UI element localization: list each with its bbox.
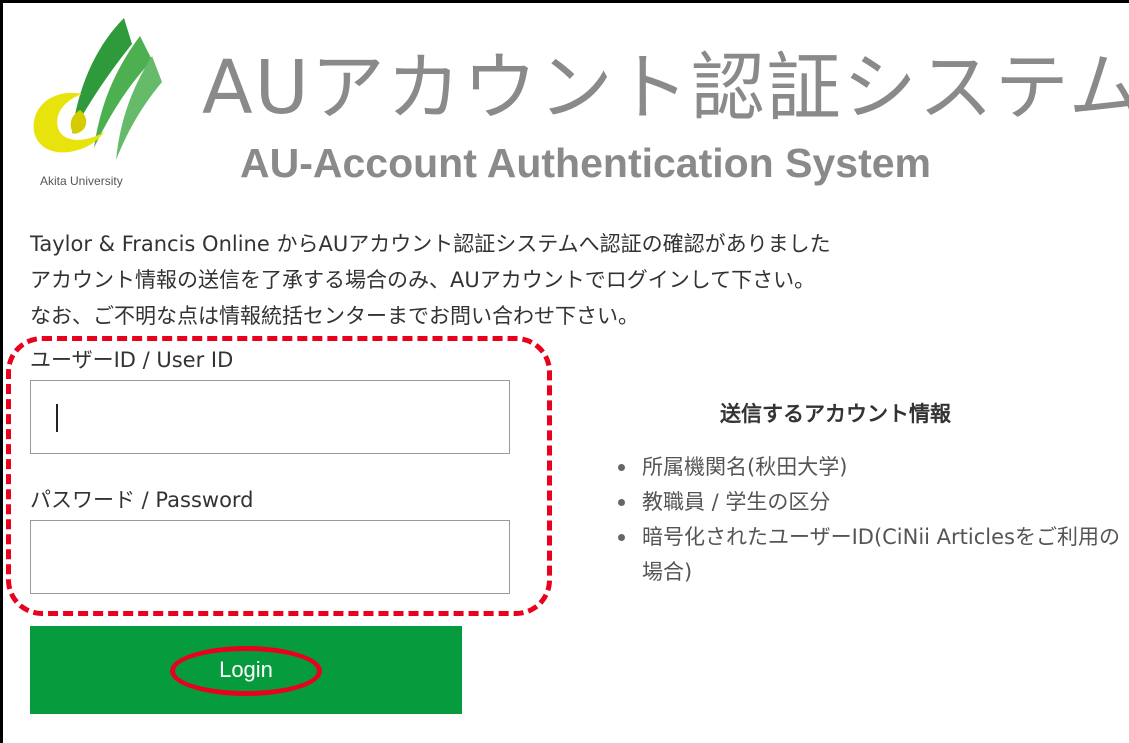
info-item-text: 暗号化されたユーザーID(CiNii Articlesをご利用の場合) (642, 525, 1120, 584)
info-item-text: 教職員 / 学生の区分 (642, 490, 831, 514)
info-list-item: 所属機関名(秋田大学) (612, 450, 1122, 485)
user-id-input[interactable] (30, 380, 510, 454)
intro-message: Taylor & Francis Online からAUアカウント認証システムへ… (30, 226, 831, 334)
logo-caption: Akita University (40, 174, 123, 188)
info-list-item: 暗号化されたユーザーID(CiNii Articlesをご利用の場合) (612, 520, 1122, 590)
user-id-label: ユーザーID / User ID (30, 348, 234, 372)
page-title-en: AU-Account Authentication System (240, 140, 931, 186)
login-button[interactable]: Login (30, 626, 462, 714)
info-list-item: 教職員 / 学生の区分 (612, 485, 1122, 520)
password-label: パスワード / Password (30, 488, 254, 512)
intro-line: Taylor & Francis Online からAUアカウント認証システムへ… (30, 232, 831, 256)
bullet-icon (618, 499, 625, 506)
akita-university-logo (33, 18, 162, 160)
intro-line: なお、ご不明な点は情報統括センターまでお問い合わせ下さい。 (30, 304, 639, 328)
info-heading: 送信するアカウント情報 (720, 402, 951, 426)
password-input[interactable] (30, 520, 510, 594)
bullet-icon (618, 464, 625, 471)
text-caret (56, 404, 58, 432)
intro-line: アカウント情報の送信を了承する場合のみ、AUアカウントでログインして下さい。 (30, 268, 816, 292)
info-list: 所属機関名(秋田大学) 教職員 / 学生の区分 暗号化されたユーザーID(CiN… (612, 450, 1122, 590)
info-item-text: 所属機関名(秋田大学) (642, 455, 848, 479)
bullet-icon (618, 534, 625, 541)
page-title-ja: AUアカウント認証システム (202, 45, 1129, 131)
